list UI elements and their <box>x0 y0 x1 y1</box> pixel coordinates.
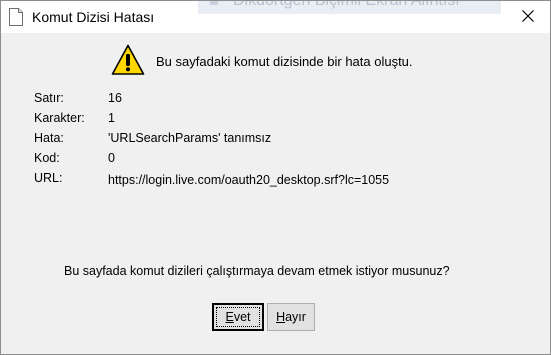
code-value: 0 <box>108 151 115 165</box>
error-header-message: Bu sayfadaki komut dizisinde bir hata ol… <box>156 54 413 69</box>
window-title: Komut Dizisi Hatası <box>32 9 155 25</box>
close-button[interactable] <box>506 1 550 33</box>
code-label: Kod: <box>34 151 60 165</box>
background-window-icon <box>210 1 218 5</box>
title-bar[interactable]: Komut Dizisi Hatası Dikdörtgen Biçimli E… <box>1 1 550 33</box>
background-window-title: Dikdörtgen Biçimli Ekran Alıntısı <box>198 1 501 14</box>
char-value: 1 <box>108 111 115 125</box>
yes-button[interactable]: Evet <box>212 303 264 331</box>
close-icon <box>522 10 534 22</box>
url-label: URL: <box>34 171 63 185</box>
script-error-dialog: Komut Dizisi Hatası Dikdörtgen Biçimli E… <box>0 0 551 355</box>
document-icon <box>8 8 24 26</box>
warning-icon <box>111 44 145 76</box>
char-label: Karakter: <box>34 111 85 125</box>
url-value: https://login.live.com/oauth20_desktop.s… <box>108 173 390 187</box>
continue-question: Bu sayfada komut dizileri çalıştırmaya d… <box>64 264 450 278</box>
line-value: 16 <box>108 91 122 105</box>
no-button[interactable]: Hayır <box>267 303 315 331</box>
line-label: Satır: <box>34 91 64 105</box>
error-value: 'URLSearchParams' tanımsız <box>108 131 272 145</box>
error-label: Hata: <box>34 131 64 145</box>
focus-rectangle <box>216 307 260 327</box>
